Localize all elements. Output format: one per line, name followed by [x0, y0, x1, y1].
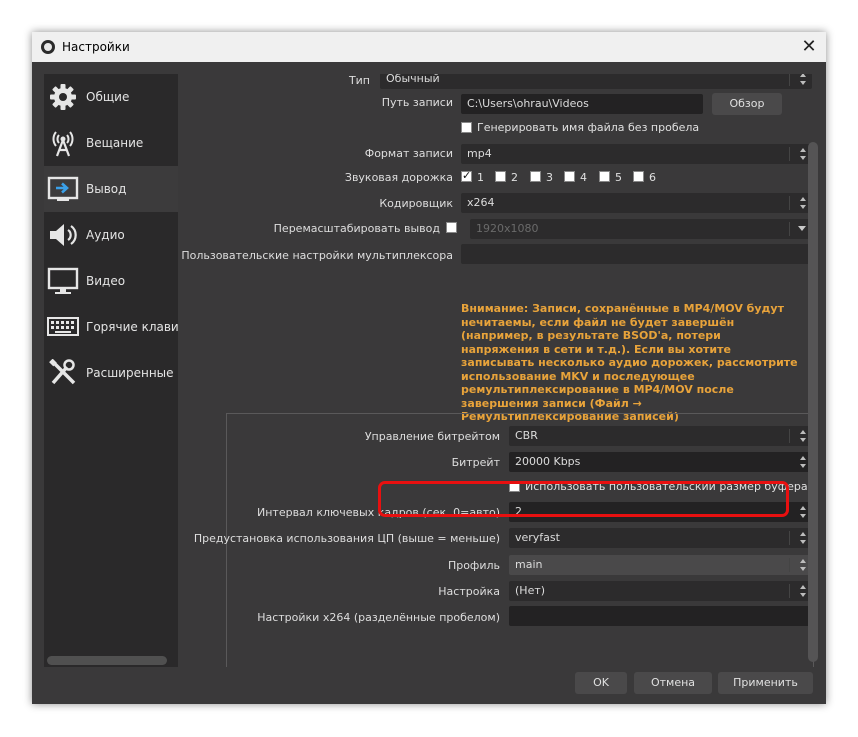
sidebar-item-output[interactable]: Вывод [44, 166, 178, 212]
sidebar-item-label: Общие [86, 90, 130, 104]
sidebar-item-label: Вывод [86, 182, 127, 196]
track-5-checkbox[interactable] [599, 171, 610, 182]
muxer-settings-input[interactable] [461, 244, 812, 264]
track-2-label: 2 [511, 171, 518, 184]
cpu-preset-select[interactable]: veryfast [509, 528, 812, 548]
spin-icon [798, 196, 808, 210]
ok-button[interactable]: OK [575, 672, 627, 694]
format-select[interactable]: mp4 [461, 144, 812, 164]
spin-icon [798, 531, 808, 545]
audio-track-label: Звуковая дорожка [344, 171, 453, 184]
speaker-icon [50, 224, 77, 246]
rescale-checkbox[interactable] [446, 222, 457, 233]
rescale-resolution-select[interactable]: 1920x1080 [470, 219, 812, 239]
sidebar-item-label: Вещание [86, 136, 144, 150]
rescale-label: Перемасштабировать вывод [273, 222, 440, 235]
chevron-down-icon [798, 226, 806, 231]
keyboard-icon [47, 317, 79, 336]
track-3-label: 3 [546, 171, 553, 184]
mp4-warning-text: Внимание: Записи, сохранённые в MP4/MOV … [461, 302, 798, 423]
output-settings-panel: Тип Обычный Путь записи C:\Users\ohrau\V… [178, 74, 818, 667]
sidebar-item-label: Видео [86, 274, 126, 288]
muxer-settings-label: Пользовательские настройки мультиплексор… [181, 249, 453, 262]
track-4-checkbox[interactable] [564, 171, 575, 182]
sidebar-item-audio[interactable]: Аудио [44, 212, 178, 258]
sidebar-item-broadcast[interactable]: Вещание [44, 120, 178, 166]
profile-select[interactable]: main [509, 555, 812, 575]
settings-sidebar: Общие Вещание Вывод Аудио Видео Горячие … [44, 74, 178, 667]
encoder-select[interactable]: x264 [461, 193, 812, 213]
no-space-label: Генерировать имя файла без пробела [477, 121, 700, 134]
spin-icon [798, 455, 808, 469]
content-scrollbar[interactable] [808, 142, 818, 662]
sidebar-item-label: Аудио [86, 228, 125, 242]
track-1-label: 1 [477, 171, 484, 184]
sidebar-item-hotkeys[interactable]: Горячие клавиш [44, 304, 178, 350]
sidebar-item-label: Расширенные [86, 366, 174, 380]
tune-label: Настройка [438, 585, 500, 598]
close-button[interactable]: ✕ [798, 36, 820, 58]
settings-window: Настройки ✕ Общие Вещание Вывод Аудио Ви… [32, 32, 826, 704]
track-1-checkbox[interactable] [461, 169, 472, 182]
format-label: Формат записи [364, 147, 453, 160]
x264-options-label: Настройки x264 (разделённые пробелом) [257, 611, 500, 624]
track-3-checkbox[interactable] [530, 171, 541, 182]
sidebar-item-advanced[interactable]: Расширенные [44, 350, 178, 396]
spin-icon [798, 505, 808, 519]
track-5-label: 5 [615, 171, 622, 184]
spin-icon [798, 584, 808, 598]
bitrate-input[interactable]: 20000 Kbps [509, 452, 812, 472]
browse-button[interactable]: Обзор [712, 93, 782, 115]
apply-button[interactable]: Применить [718, 672, 813, 694]
broadcast-icon [52, 131, 74, 157]
type-select[interactable]: Обычный [380, 74, 812, 89]
tune-select[interactable]: (Нет) [509, 581, 812, 601]
spin-icon [798, 429, 808, 443]
bitrate-label: Битрейт [451, 456, 500, 469]
type-label: Тип [348, 74, 370, 87]
cancel-button[interactable]: Отмена [634, 672, 712, 694]
track-2-checkbox[interactable] [495, 171, 506, 182]
profile-label: Профиль [447, 559, 500, 572]
cpu-preset-label: Предустановка использования ЦП (выше = м… [193, 532, 500, 545]
track-6-label: 6 [649, 171, 656, 184]
profile-highlight-annotation [378, 481, 789, 517]
sidebar-item-label: Горячие клавиш [86, 320, 178, 334]
record-path-input[interactable]: C:\Users\ohrau\Videos [461, 94, 703, 114]
rate-control-label: Управление битрейтом [364, 430, 500, 443]
x264-options-input[interactable] [509, 606, 812, 626]
spin-icon [798, 74, 808, 86]
no-space-checkbox[interactable] [461, 122, 472, 133]
track-6-checkbox[interactable] [633, 171, 644, 182]
sidebar-scrollbar[interactable] [47, 656, 167, 665]
encoder-label: Кодировщик [379, 197, 453, 210]
sidebar-item-general[interactable]: Общие [44, 74, 178, 120]
title-bar: Настройки ✕ [32, 32, 826, 62]
gear-icon [50, 84, 76, 110]
window-title: Настройки [62, 40, 130, 54]
rate-control-select[interactable]: CBR [509, 426, 812, 446]
monitor-icon [47, 267, 79, 294]
record-path-label: Путь записи [381, 96, 453, 109]
track-4-label: 4 [580, 171, 587, 184]
tools-icon [49, 359, 76, 385]
output-icon [47, 176, 79, 201]
spin-icon [798, 147, 808, 161]
sidebar-item-video[interactable]: Видео [44, 258, 178, 304]
spin-icon [798, 558, 808, 572]
obs-logo-icon [41, 40, 55, 54]
